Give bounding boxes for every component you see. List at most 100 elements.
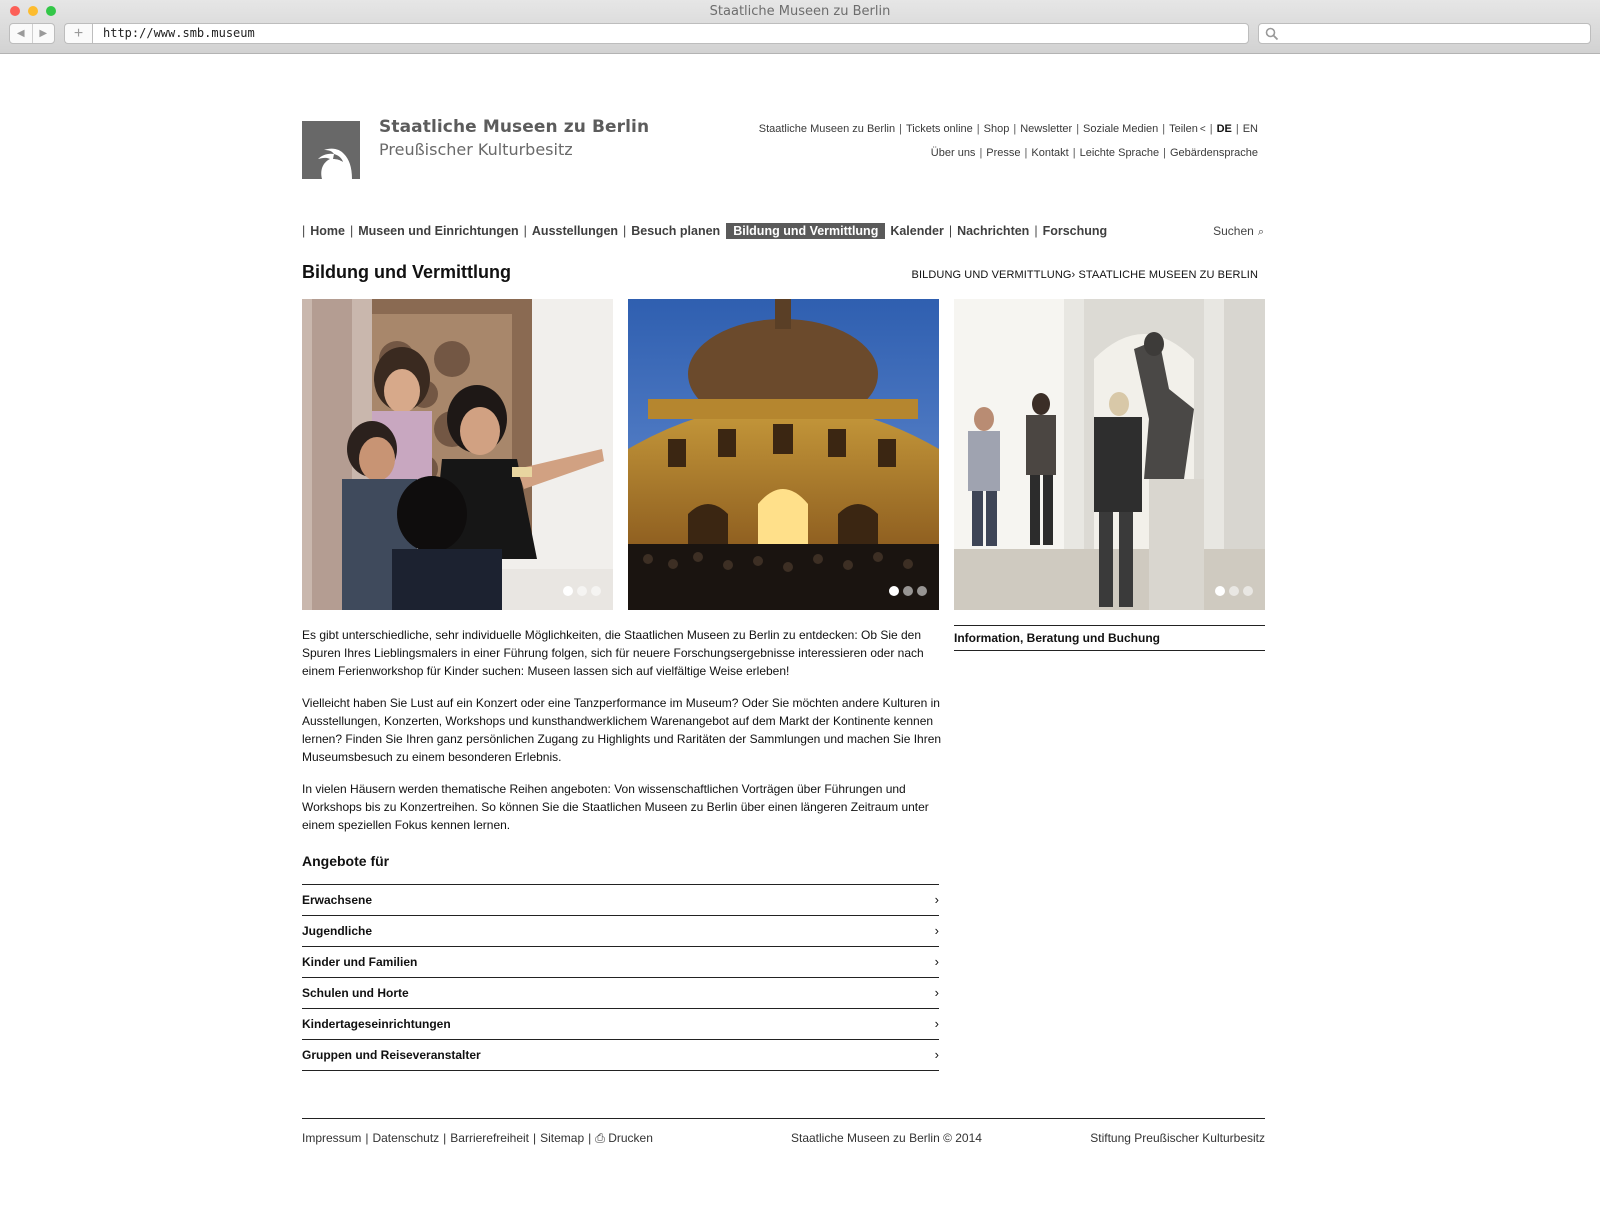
share-icon: <	[1199, 124, 1206, 135]
window-title: Staatliche Museen zu Berlin	[709, 4, 891, 19]
carousel-dot[interactable]	[917, 586, 927, 596]
separator: |	[979, 147, 983, 159]
footer-link-accessibility[interactable]: Barrierefreiheit	[450, 1131, 529, 1145]
workshop-photo[interactable]	[302, 299, 613, 610]
nav-calendar[interactable]: Kalender	[890, 224, 944, 238]
separator: |	[533, 1131, 537, 1145]
link-newsletter[interactable]: Newsletter	[1020, 123, 1072, 135]
bode-museum-photo[interactable]	[628, 299, 939, 610]
link-smb[interactable]: Staatliche Museen zu Berlin	[759, 123, 895, 135]
url-bar[interactable]: http://www.smb.museum	[92, 23, 1249, 44]
chevron-right-icon: ›	[934, 1016, 939, 1031]
chevron-right-icon: ›	[934, 892, 939, 907]
offer-label: Erwachsene	[302, 893, 373, 907]
sculpture-gallery-photo[interactable]	[954, 299, 1265, 610]
eagle-logo-icon[interactable]	[302, 121, 360, 179]
offer-label: Kinder und Familien	[302, 955, 418, 969]
offer-adults[interactable]: Erwachsene ›	[302, 885, 939, 916]
separator: |	[365, 1131, 369, 1145]
share-button[interactable]: Teilen <	[1169, 123, 1206, 135]
link-shop[interactable]: Shop	[984, 123, 1010, 135]
footer: Impressum | Datenschutz | Barrierefreiheit | S…	[302, 1118, 1265, 1148]
link-about[interactable]: Über uns	[931, 147, 976, 159]
carousel-dot[interactable]	[1215, 586, 1225, 596]
search-icon: ⌕	[1257, 226, 1264, 238]
nav-exhibitions[interactable]: Ausstellungen	[532, 224, 618, 238]
footer-links: Impressum | Datenschutz | Barrierefreiheit | S…	[302, 1131, 653, 1146]
link-sign-language[interactable]: Gebärdensprache	[1170, 147, 1258, 159]
nav-research[interactable]: Forschung	[1043, 224, 1108, 238]
separator: |	[1163, 147, 1166, 159]
carousel-dots	[889, 586, 927, 596]
intro-paragraph: Vielleicht haben Sie Lust auf ein Konzer…	[302, 696, 942, 764]
nav-home[interactable]: Home	[310, 224, 345, 238]
carousel-dots	[1215, 586, 1253, 596]
offers-heading: Angebote für	[302, 853, 390, 869]
chevron-right-icon: ›	[934, 985, 939, 1000]
footer-link-privacy[interactable]: Datenschutz	[372, 1131, 439, 1145]
carousel-dot[interactable]	[577, 586, 587, 596]
back-button[interactable]: ◀	[10, 24, 32, 43]
browser-chrome: Staatliche Museen zu Berlin ◀ ▶ + http:/…	[0, 0, 1600, 54]
carousel-dot[interactable]	[889, 586, 899, 596]
info-booking-link[interactable]: Information, Beratung und Buchung	[954, 625, 1265, 651]
utility-links-row2: Über uns | Presse | Kontakt | Leichte Sprache |…	[931, 147, 1258, 159]
offer-youth[interactable]: Jugendliche ›	[302, 916, 939, 947]
new-tab-button[interactable]: +	[64, 23, 92, 44]
offer-label: Schulen und Horte	[302, 986, 409, 1000]
offer-daycare[interactable]: Kindertageseinrichtungen ›	[302, 1009, 939, 1040]
brand-name[interactable]: Staatliche Museen zu Berlin	[379, 117, 649, 137]
brand-subtitle: Preußischer Kulturbesitz	[379, 140, 573, 159]
breadcrumb-item[interactable]: Bildung und Vermittlung	[912, 269, 1072, 281]
carousel-dot[interactable]	[591, 586, 601, 596]
footer-link-sitemap[interactable]: Sitemap	[540, 1131, 584, 1145]
separator: |	[1235, 123, 1239, 135]
separator: |	[1072, 147, 1076, 159]
carousel-dot[interactable]	[903, 586, 913, 596]
forward-button[interactable]: ▶	[31, 24, 55, 43]
link-social-media[interactable]: Soziale Medien	[1083, 123, 1158, 135]
breadcrumb: Bildung und Vermittlung› Staatliche Muse…	[912, 269, 1258, 281]
breadcrumb-item[interactable]: Staatliche Museen zu Berlin	[1078, 269, 1258, 281]
lang-en[interactable]: EN	[1243, 123, 1258, 135]
nav-news[interactable]: Nachrichten	[957, 224, 1029, 238]
footer-link-imprint[interactable]: Impressum	[302, 1131, 361, 1145]
search-icon	[1265, 27, 1279, 41]
offer-schools[interactable]: Schulen und Horte ›	[302, 978, 939, 1009]
separator: |	[1162, 123, 1166, 135]
footer-foundation-link[interactable]: Stiftung Preußischer Kulturbesitz	[1090, 1131, 1265, 1145]
offers-list: Erwachsene › Jugendliche › Kinder und Fami…	[302, 884, 939, 1071]
nav-plan-visit[interactable]: Besuch planen	[631, 224, 720, 238]
link-easy-language[interactable]: Leichte Sprache	[1080, 147, 1160, 159]
page-title: Bildung und Vermittlung	[302, 262, 511, 282]
separator: |	[443, 1131, 447, 1145]
nav-museums[interactable]: Museen und Einrichtungen	[358, 224, 518, 238]
offer-children-families[interactable]: Kinder und Familien ›	[302, 947, 939, 978]
carousel-dot[interactable]	[1243, 586, 1253, 596]
separator: |	[623, 224, 627, 238]
lang-de[interactable]: DE	[1217, 123, 1232, 135]
main-nav: | Home | Museen und Einrichtungen | Auss…	[302, 223, 1107, 239]
separator: |	[523, 224, 527, 238]
utility-links-row1: Staatliche Museen zu Berlin | Tickets onli…	[759, 123, 1258, 135]
intro-paragraph: In vielen Häusern werden thematische Rei…	[302, 782, 929, 832]
history-buttons: ◀ ▶	[9, 23, 55, 44]
link-tickets[interactable]: Tickets online	[906, 123, 973, 135]
link-press[interactable]: Presse	[986, 147, 1020, 159]
separator: |	[1076, 123, 1080, 135]
separator: |	[976, 123, 980, 135]
separator: |	[948, 224, 953, 238]
print-label: Drucken	[608, 1131, 653, 1145]
link-contact[interactable]: Kontakt	[1031, 147, 1068, 159]
offer-groups[interactable]: Gruppen und Reiseveranstalter ›	[302, 1040, 939, 1071]
carousel-dot[interactable]	[1229, 586, 1239, 596]
carousel-dot[interactable]	[563, 586, 573, 596]
nav-education[interactable]: Bildung und Vermittlung	[726, 223, 886, 239]
site-search-button[interactable]: Suchen ⌕	[1213, 224, 1264, 239]
separator: |	[588, 1131, 592, 1145]
chevron-right-icon: ›	[934, 1047, 939, 1062]
separator: |	[1024, 147, 1028, 159]
copyright: Staatliche Museen zu Berlin © 2014	[791, 1131, 982, 1145]
print-button[interactable]: ⎙ Drucken	[595, 1131, 653, 1145]
browser-search-field[interactable]	[1258, 23, 1591, 44]
